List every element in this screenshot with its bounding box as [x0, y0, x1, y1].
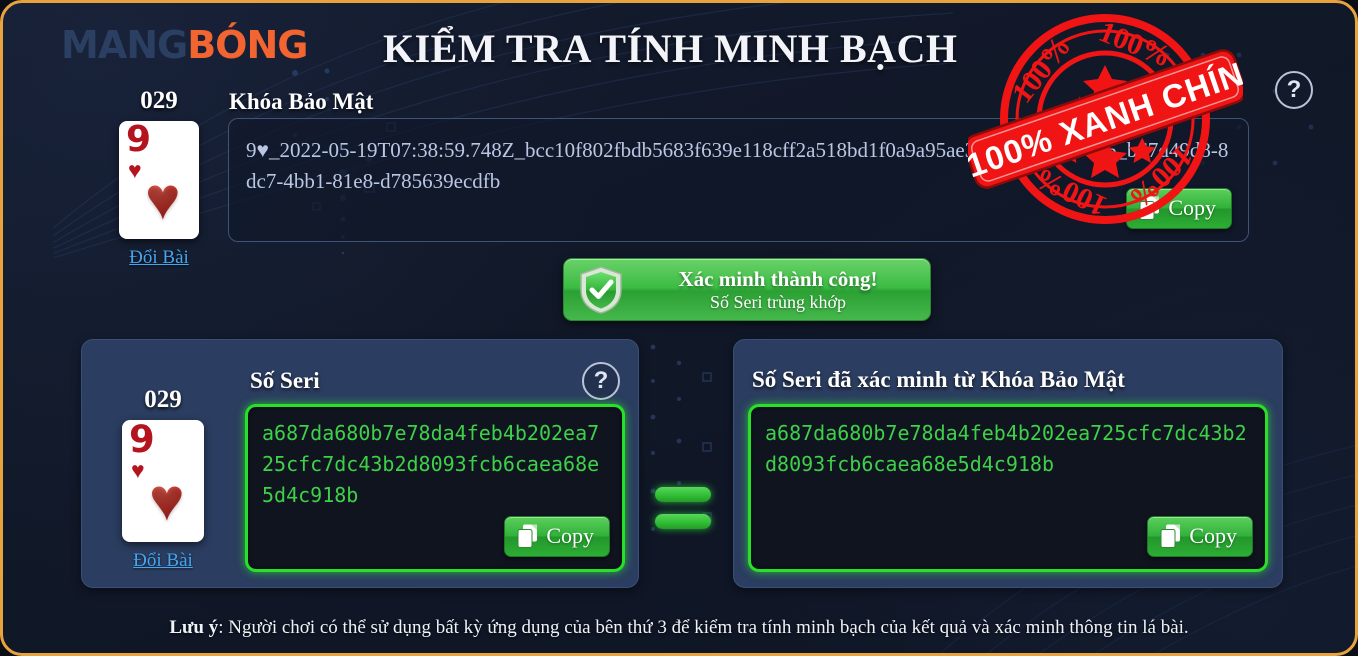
verification-banner-subtitle: Số Seri trùng khớp	[709, 291, 847, 312]
serial-box-left[interactable]: a687da680b7e78da4feb4b202ea725cfc7dc43b2…	[245, 404, 625, 572]
svg-text:100%: 100%	[1094, 15, 1176, 74]
footer-note-prefix: Lưu ý	[169, 617, 219, 638]
card-rank-label: 9	[129, 420, 155, 461]
serial-value-left: a687da680b7e78da4feb4b202ea725cfc7dc43b2…	[262, 421, 600, 507]
help-icon-serial[interactable]: ?	[582, 362, 620, 400]
equals-bar-bottom	[655, 514, 711, 529]
card-mini-suit-icon: ♥	[128, 158, 142, 183]
help-icon-top[interactable]: ?	[1275, 71, 1313, 109]
change-card-link-top[interactable]: Đổi Bài	[129, 247, 189, 269]
security-key-value: 9♥_2022-05-19T07:38:59.748Z_bcc10f802fbd…	[246, 138, 1229, 193]
verification-banner-text: Xác minh thành công! Số Seri trùng khớp	[636, 267, 920, 313]
copy-icon	[517, 524, 539, 548]
shield-check-icon	[580, 265, 622, 314]
equals-icon	[655, 487, 711, 529]
equals-bar-top	[655, 487, 711, 502]
card-mini-suit-icon: ♥	[131, 458, 145, 483]
brand-logo-part1: MANG	[61, 23, 188, 67]
card-large-suit-icon: ♥	[149, 467, 185, 533]
copy-button-label: Copy	[1168, 195, 1216, 220]
copy-icon	[1160, 524, 1182, 548]
footer-note: Lưu ý: Người chơi có thể sử dụng bất kỳ …	[3, 617, 1355, 639]
serial-value-right: a687da680b7e78da4feb4b202ea725cfc7dc43b2…	[765, 421, 1247, 476]
page-title: KIỂM TRA TÍNH MINH BẠCH	[383, 26, 958, 71]
left-card-column: 029 9 ♥ ♥ Đổi Bài	[122, 386, 204, 572]
serial-panel-left: 029 9 ♥ ♥ Đổi Bài Số Seri ? a687da680b7e…	[81, 339, 639, 588]
playing-card-left[interactable]: 9 ♥ ♥	[122, 420, 204, 542]
transparency-check-page: MANGBÓNG KIỂM TRA TÍNH MINH BẠCH ? 029 9…	[0, 0, 1358, 656]
copy-serial-button-left[interactable]: Copy	[504, 516, 610, 557]
card-large-suit-icon: ♥	[145, 166, 181, 232]
top-card-column: 029 9 ♥ ♥ Đổi Bài	[119, 87, 199, 269]
card-rank-label: 9	[126, 121, 152, 160]
copy-icon	[1139, 196, 1161, 220]
brand-logo-part2: BÓNG	[187, 23, 308, 67]
serial-label-left: Số Seri	[250, 368, 320, 393]
verification-banner-title: Xác minh thành công!	[678, 266, 878, 291]
copy-serial-button-right[interactable]: Copy	[1147, 516, 1253, 557]
security-key-box[interactable]: 9♥_2022-05-19T07:38:59.748Z_bcc10f802fbd…	[228, 118, 1249, 242]
playing-card-top[interactable]: 9 ♥ ♥	[119, 121, 199, 239]
security-key-label: Khóa Bảo Mật	[229, 89, 374, 114]
brand-logo: MANGBÓNG	[61, 23, 308, 67]
footer-note-text: : Người chơi có thể sử dụng bất kỳ ứng d…	[218, 617, 1189, 638]
verification-success-banner: Xác minh thành công! Số Seri trùng khớp	[563, 258, 931, 321]
serial-panel-right: Số Seri đã xác minh từ Khóa Bảo Mật a687…	[733, 339, 1283, 588]
copy-button-label: Copy	[1189, 523, 1237, 548]
svg-text:100%: 100%	[1005, 30, 1077, 109]
copy-button-label: Copy	[546, 523, 594, 548]
top-card-index: 029	[140, 87, 178, 114]
serial-box-right[interactable]: a687da680b7e78da4feb4b202ea725cfc7dc43b2…	[748, 404, 1268, 572]
serial-label-right: Số Seri đã xác minh từ Khóa Bảo Mật	[752, 367, 1125, 392]
left-card-index: 029	[144, 386, 182, 413]
change-card-link-left[interactable]: Đổi Bài	[133, 550, 193, 572]
copy-security-key-button[interactable]: Copy	[1126, 188, 1232, 229]
